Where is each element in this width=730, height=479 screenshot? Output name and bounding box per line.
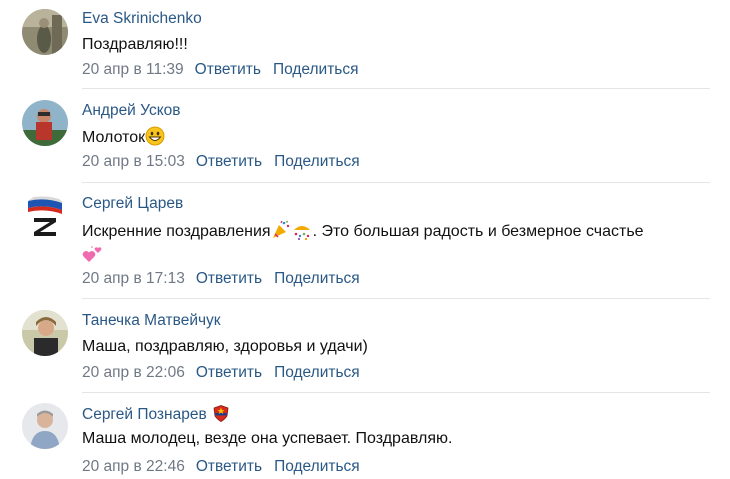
comment-meta: 20 апр в 22:46 Ответить Поделиться xyxy=(82,458,360,476)
cska-badge-icon xyxy=(213,405,229,427)
reply-button[interactable]: Ответить xyxy=(196,458,262,475)
comment-text-part2: . Это большая радость и безмерное счасть… xyxy=(312,223,644,240)
comment-text: Поздравляю!!! xyxy=(82,36,188,53)
reply-button[interactable]: Ответить xyxy=(196,270,262,287)
avatar[interactable] xyxy=(22,9,68,55)
divider xyxy=(82,392,710,393)
comment-text: Маша, поздравляю, здоровья и удачи) xyxy=(82,338,368,355)
comment-date[interactable]: 20 апр в 22:06 xyxy=(82,364,185,381)
divider xyxy=(82,298,710,299)
comment-date[interactable]: 20 апр в 11:39 xyxy=(82,61,184,78)
author-name[interactable]: Сергей Познарев xyxy=(82,406,207,423)
comment-text: Молоток xyxy=(82,126,165,151)
avatar[interactable] xyxy=(22,100,68,146)
divider xyxy=(82,88,710,89)
comment-author[interactable]: Сергей Познарев xyxy=(82,405,229,427)
comment-author[interactable]: Eva Skrinichenko xyxy=(82,10,202,28)
party-popper-emoji xyxy=(271,220,291,245)
comment-text-content: Молоток xyxy=(82,129,146,146)
reply-button[interactable]: Ответить xyxy=(196,153,262,170)
grinning-face-emoji xyxy=(145,126,165,151)
comment-meta: 20 апр в 22:06 Ответить Поделиться xyxy=(82,364,360,382)
comment-text-line2 xyxy=(82,244,104,269)
comment-author[interactable]: Андрей Усков xyxy=(82,102,181,120)
share-button[interactable]: Поделиться xyxy=(274,153,360,170)
comment-date[interactable]: 20 апр в 22:46 xyxy=(82,458,185,475)
comment-date[interactable]: 20 апр в 17:13 xyxy=(82,270,185,287)
comment-text: Маша молодец, везде она успевает. Поздра… xyxy=(82,430,453,447)
divider xyxy=(82,182,710,183)
comment-meta: 20 апр в 17:13 Ответить Поделиться xyxy=(82,270,360,288)
z-flag-avatar[interactable] xyxy=(22,194,68,240)
comment-author[interactable]: Танечка Матвейчук xyxy=(82,312,221,330)
confetti-emoji xyxy=(291,220,313,245)
share-button[interactable]: Поделиться xyxy=(273,61,359,78)
comment-meta: 20 апр в 11:39 Ответить Поделиться xyxy=(82,61,359,79)
comment-author[interactable]: Сергей Царев xyxy=(82,195,183,213)
comment-date[interactable]: 20 апр в 15:03 xyxy=(82,153,185,170)
comment-text: Искренние поздравления . Это большая радо… xyxy=(82,220,644,245)
heart-emoji xyxy=(82,244,104,269)
avatar[interactable] xyxy=(22,403,68,449)
reply-button[interactable]: Ответить xyxy=(195,61,261,78)
share-button[interactable]: Поделиться xyxy=(274,364,360,381)
share-button[interactable]: Поделиться xyxy=(274,270,360,287)
comment-text-part1: Искренние поздравления xyxy=(82,223,271,240)
avatar[interactable] xyxy=(22,310,68,356)
comment-meta: 20 апр в 15:03 Ответить Поделиться xyxy=(82,153,360,171)
reply-button[interactable]: Ответить xyxy=(196,364,262,381)
share-button[interactable]: Поделиться xyxy=(274,458,360,475)
